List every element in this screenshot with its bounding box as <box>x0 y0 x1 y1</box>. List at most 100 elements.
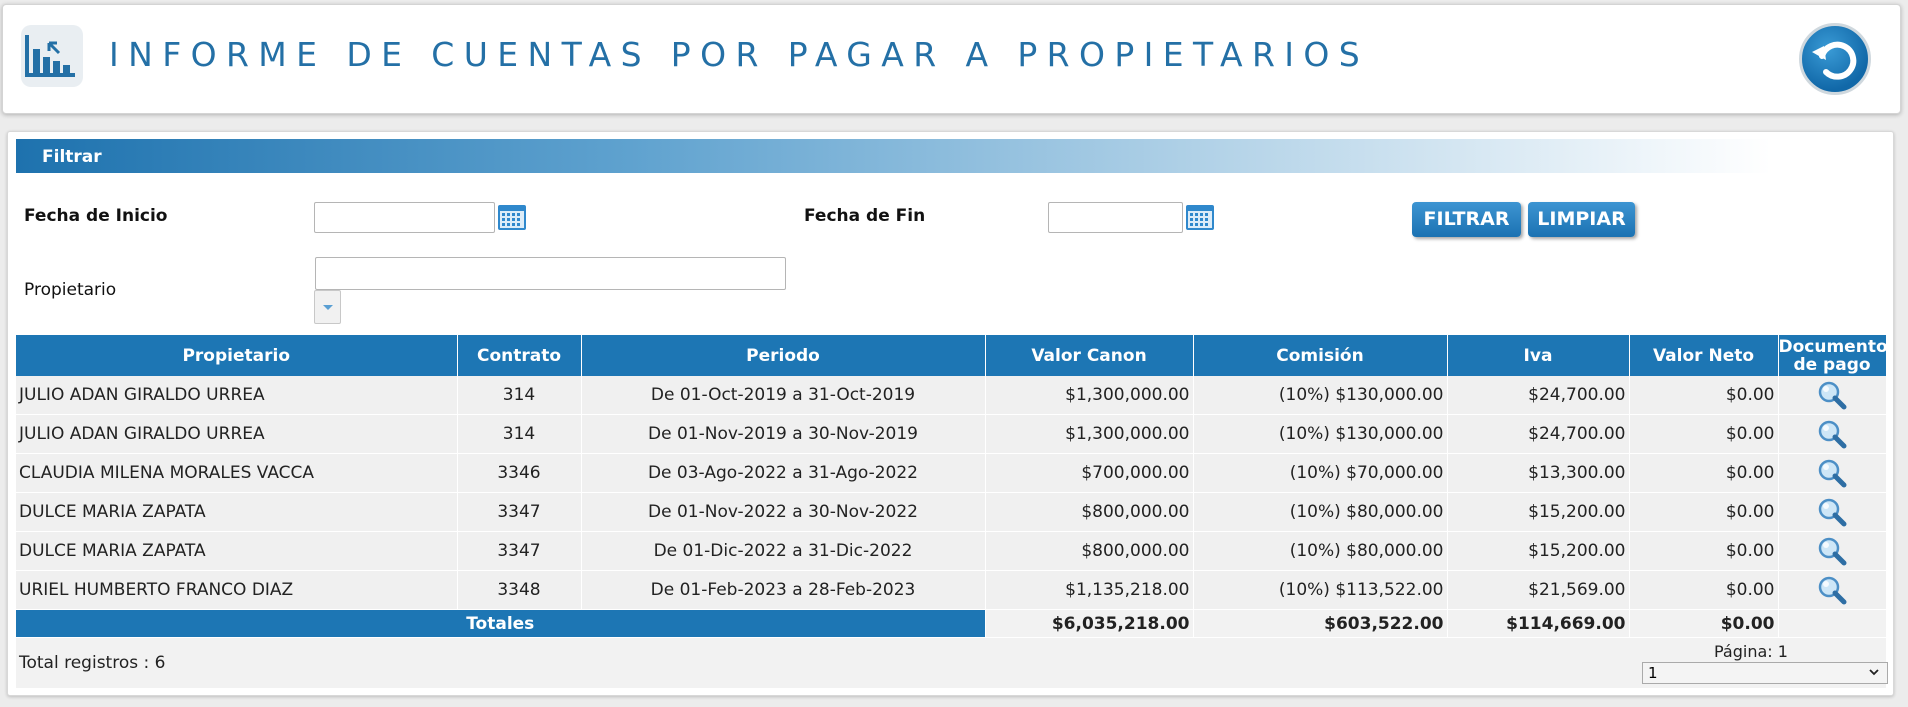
cell-net: $0.00 <box>1629 531 1779 571</box>
cell-document <box>1778 453 1887 493</box>
cell-contract: 3347 <box>457 531 582 571</box>
cell-canon: $800,000.00 <box>985 531 1194 571</box>
total-commission: $603,522.00 <box>1193 609 1448 638</box>
cell-contract: 3346 <box>457 453 582 493</box>
owners-payables-table: Propietario Contrato Periodo Valor Canon… <box>16 335 1888 689</box>
table-row: DULCE MARIA ZAPATA 3347 De 01-Nov-2022 a… <box>16 492 1887 532</box>
calendar-icon[interactable] <box>496 200 528 232</box>
table-footer-row: Total registros : 6 <box>16 637 1887 689</box>
page-label: Página: 1 <box>1714 642 1788 661</box>
cell-owner: DULCE MARIA ZAPATA <box>16 492 458 532</box>
cell-period: De 03-Ago-2022 a 31-Ago-2022 <box>581 453 986 493</box>
magnifier-icon[interactable] <box>1817 497 1847 527</box>
cell-iva: $15,200.00 <box>1447 531 1630 571</box>
page-select[interactable]: 1 <box>1642 662 1888 684</box>
col-header-commission[interactable]: Comisión <box>1193 335 1448 376</box>
cell-net: $0.00 <box>1629 570 1779 610</box>
cell-owner: CLAUDIA MILENA MORALES VACCA <box>16 453 458 493</box>
cell-document <box>1778 531 1887 571</box>
cell-contract: 314 <box>457 414 582 454</box>
end-date-label: Fecha de Fin <box>804 206 926 226</box>
cell-net: $0.00 <box>1629 376 1779 415</box>
totals-label: Totales <box>16 609 986 638</box>
cell-iva: $24,700.00 <box>1447 414 1630 454</box>
filter-button[interactable]: FILTRAR <box>1412 202 1521 237</box>
magnifier-icon[interactable] <box>1817 575 1847 605</box>
col-header-document: Documento de pago <box>1778 335 1888 376</box>
cell-contract: 314 <box>457 376 582 415</box>
col-header-net[interactable]: Valor Neto <box>1629 335 1779 376</box>
cell-contract: 3348 <box>457 570 582 610</box>
cell-period: De 01-Feb-2023 a 28-Feb-2023 <box>581 570 986 610</box>
back-button[interactable] <box>1799 23 1871 95</box>
cell-commission: (10%) $80,000.00 <box>1193 531 1448 571</box>
cell-document <box>1778 570 1887 610</box>
filter-panel: Filtrar Fecha de Inicio Fecha de Fin FIL… <box>7 131 1894 696</box>
cell-net: $0.00 <box>1629 492 1779 532</box>
cell-owner: URIEL HUMBERTO FRANCO DIAZ <box>16 570 458 610</box>
cell-document <box>1778 376 1887 415</box>
start-date-input[interactable] <box>314 202 495 233</box>
report-chart-icon <box>21 25 83 87</box>
calendar-icon[interactable] <box>1184 200 1216 232</box>
cell-canon: $1,300,000.00 <box>985 414 1194 454</box>
owner-dropdown-button[interactable] <box>314 290 341 324</box>
cell-commission: (10%) $80,000.00 <box>1193 492 1448 532</box>
cell-contract: 3347 <box>457 492 582 532</box>
clear-button[interactable]: LIMPIAR <box>1528 202 1635 237</box>
table-row: JULIO ADAN GIRALDO URREA 314 De 01-Oct-2… <box>16 376 1887 415</box>
cell-canon: $1,300,000.00 <box>985 376 1194 415</box>
cell-commission: (10%) $70,000.00 <box>1193 453 1448 493</box>
cell-period: De 01-Oct-2019 a 31-Oct-2019 <box>581 376 986 415</box>
end-date-input[interactable] <box>1048 202 1183 233</box>
cell-net: $0.00 <box>1629 453 1779 493</box>
cell-document <box>1778 492 1887 532</box>
cell-period: De 01-Nov-2019 a 30-Nov-2019 <box>581 414 986 454</box>
total-iva: $114,669.00 <box>1447 609 1630 638</box>
back-arrow-icon <box>1812 41 1857 80</box>
table-row: URIEL HUMBERTO FRANCO DIAZ 3348 De 01-Fe… <box>16 570 1887 610</box>
col-header-owner[interactable]: Propietario <box>16 335 458 376</box>
cell-commission: (10%) $130,000.00 <box>1193 414 1448 454</box>
col-header-period[interactable]: Periodo <box>581 335 986 376</box>
col-header-iva[interactable]: Iva <box>1447 335 1630 376</box>
cell-canon: $800,000.00 <box>985 492 1194 532</box>
total-canon: $6,035,218.00 <box>985 609 1194 638</box>
filter-section-title: Filtrar <box>42 147 102 167</box>
cell-iva: $15,200.00 <box>1447 492 1630 532</box>
table-row: JULIO ADAN GIRALDO URREA 314 De 01-Nov-2… <box>16 414 1887 454</box>
magnifier-icon[interactable] <box>1817 458 1847 488</box>
cell-commission: (10%) $130,000.00 <box>1193 376 1448 415</box>
col-header-contract[interactable]: Contrato <box>457 335 582 376</box>
cell-canon: $1,135,218.00 <box>985 570 1194 610</box>
total-net: $0.00 <box>1629 609 1779 638</box>
table-row: CLAUDIA MILENA MORALES VACCA 3346 De 03-… <box>16 453 1887 493</box>
page-header: INFORME DE CUENTAS POR PAGAR A PROPIETAR… <box>2 4 1901 114</box>
total-records: Total registros : 6 <box>16 637 1887 689</box>
cell-canon: $700,000.00 <box>985 453 1194 493</box>
cell-period: De 01-Nov-2022 a 30-Nov-2022 <box>581 492 986 532</box>
owner-input[interactable] <box>315 257 786 290</box>
cell-period: De 01-Dic-2022 a 31-Dic-2022 <box>581 531 986 571</box>
cell-commission: (10%) $113,522.00 <box>1193 570 1448 610</box>
page-select-value: 1 <box>1648 664 1658 682</box>
cell-owner: JULIO ADAN GIRALDO URREA <box>16 376 458 415</box>
page-title: INFORME DE CUENTAS POR PAGAR A PROPIETAR… <box>109 35 1370 74</box>
magnifier-icon[interactable] <box>1817 419 1847 449</box>
chevron-down-icon <box>1869 669 1879 676</box>
cell-iva: $24,700.00 <box>1447 376 1630 415</box>
start-date-label: Fecha de Inicio <box>24 206 168 226</box>
table-row: DULCE MARIA ZAPATA 3347 De 01-Dic-2022 a… <box>16 531 1887 571</box>
cell-net: $0.00 <box>1629 414 1779 454</box>
cell-document <box>1778 414 1887 454</box>
cell-iva: $13,300.00 <box>1447 453 1630 493</box>
owner-label: Propietario <box>24 280 117 300</box>
magnifier-icon[interactable] <box>1817 536 1847 566</box>
magnifier-icon[interactable] <box>1817 380 1847 410</box>
cell-owner: JULIO ADAN GIRALDO URREA <box>16 414 458 454</box>
col-header-canon[interactable]: Valor Canon <box>985 335 1194 376</box>
cell-owner: DULCE MARIA ZAPATA <box>16 531 458 571</box>
filter-section-header: Filtrar <box>16 139 1771 173</box>
cell-iva: $21,569.00 <box>1447 570 1630 610</box>
totals-row: Totales $6,035,218.00 $603,522.00 $114,6… <box>16 609 1887 638</box>
